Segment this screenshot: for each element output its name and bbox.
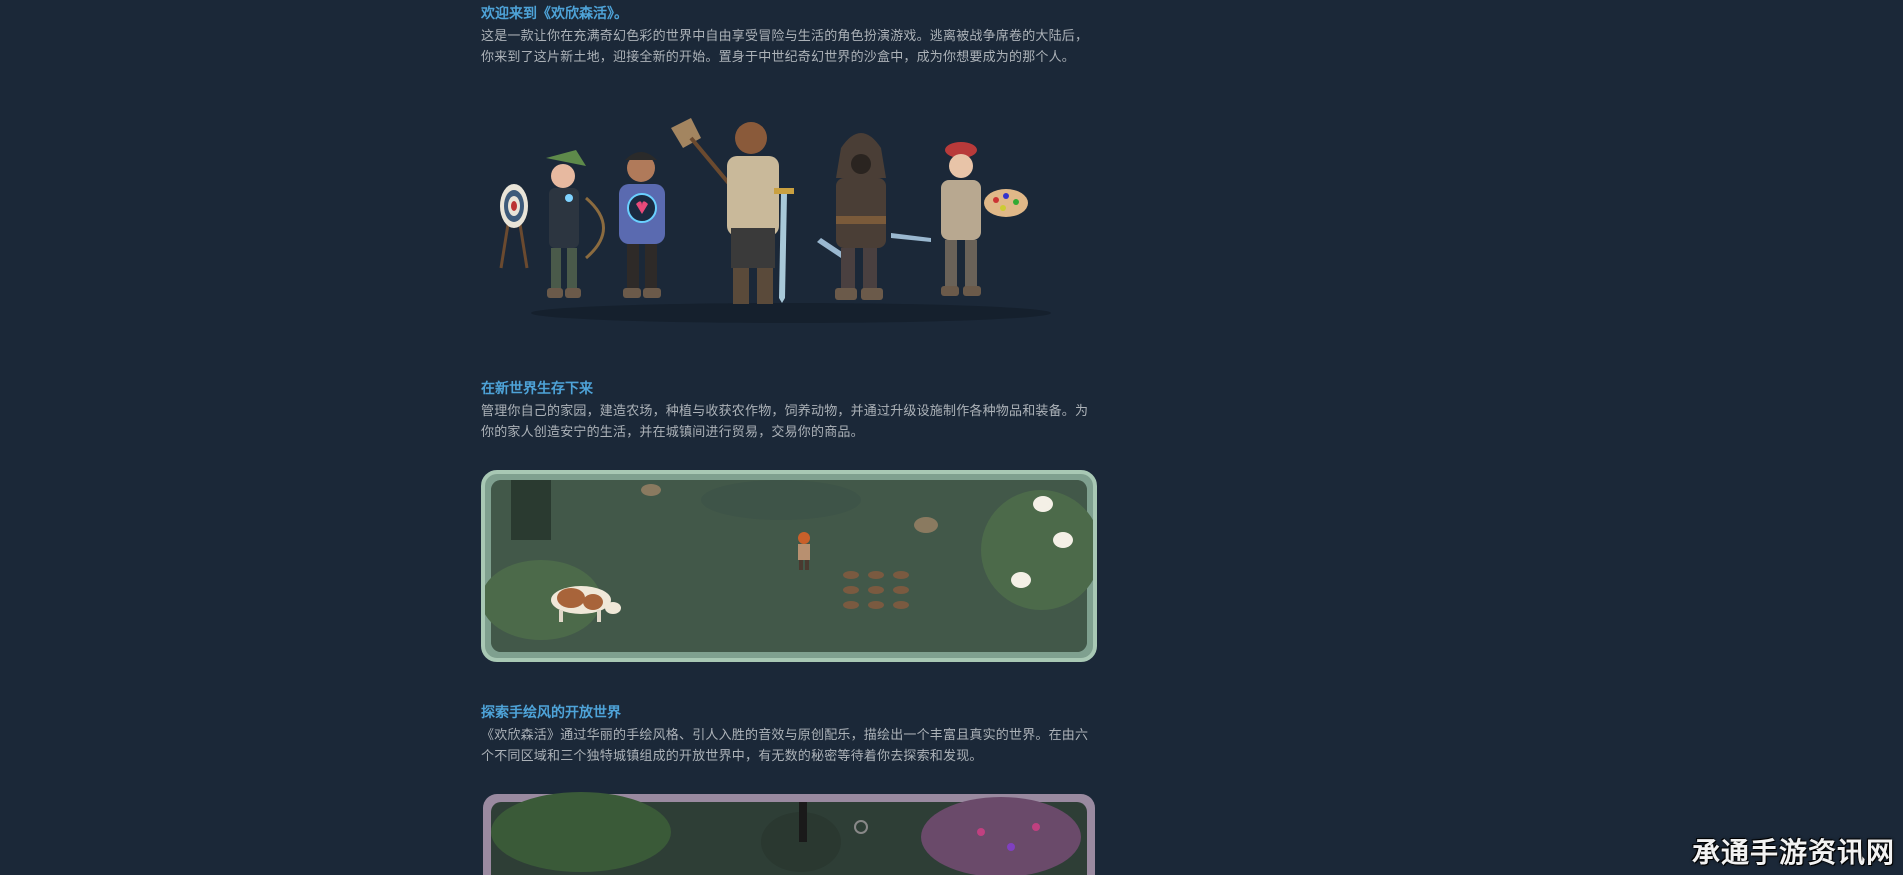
painter-character — [941, 142, 1028, 296]
farm-scene-screenshot — [481, 470, 1097, 662]
section-text: 《欢欣森活》通过华丽的手绘风格、引人入胜的音效与原创配乐，描绘出一个丰富且真实的… — [481, 728, 1089, 764]
farmer-character — [671, 118, 794, 304]
section-survive: 在新世界生存下来 管理你自己的家园，建造农场，种植与收获农作物，饲养动物，并通过… — [481, 379, 1101, 443]
site-watermark: 承通手游资讯网 — [1691, 836, 1895, 869]
section-text: 这是一款让你在充满奇幻色彩的世界中自由享受冒险与生活的角色扮演游戏。逃离被战争席… — [481, 29, 1089, 65]
section-explore: 探索手绘风的开放世界 《欢欣森活》通过华丽的手绘风格、引人入胜的音效与原创配乐，… — [481, 703, 1101, 767]
section-text: 管理你自己的家园，建造农场，种植与收获农作物，饲养动物，并通过升级设施制作各种物… — [481, 404, 1089, 440]
section-heading: 欢迎来到《欢欣森活》。 — [481, 6, 628, 22]
archery-target-icon — [499, 184, 529, 269]
rogue-character — [817, 133, 931, 300]
section-heading: 在新世界生存下来 — [481, 381, 593, 397]
archer-character — [546, 150, 605, 298]
page: 欢迎来到《欢欣森活》。 这是一款让你在充满奇幻色彩的世界中自由享受冒险与生活的角… — [0, 0, 1903, 875]
forest-scene-screenshot — [483, 792, 1095, 875]
section-heading: 探索手绘风的开放世界 — [481, 705, 621, 721]
characters-illustration — [499, 118, 1051, 323]
mage-character — [619, 152, 665, 298]
section-welcome: 欢迎来到《欢欣森活》。 这是一款让你在充满奇幻色彩的世界中自由享受冒险与生活的角… — [481, 4, 1101, 68]
